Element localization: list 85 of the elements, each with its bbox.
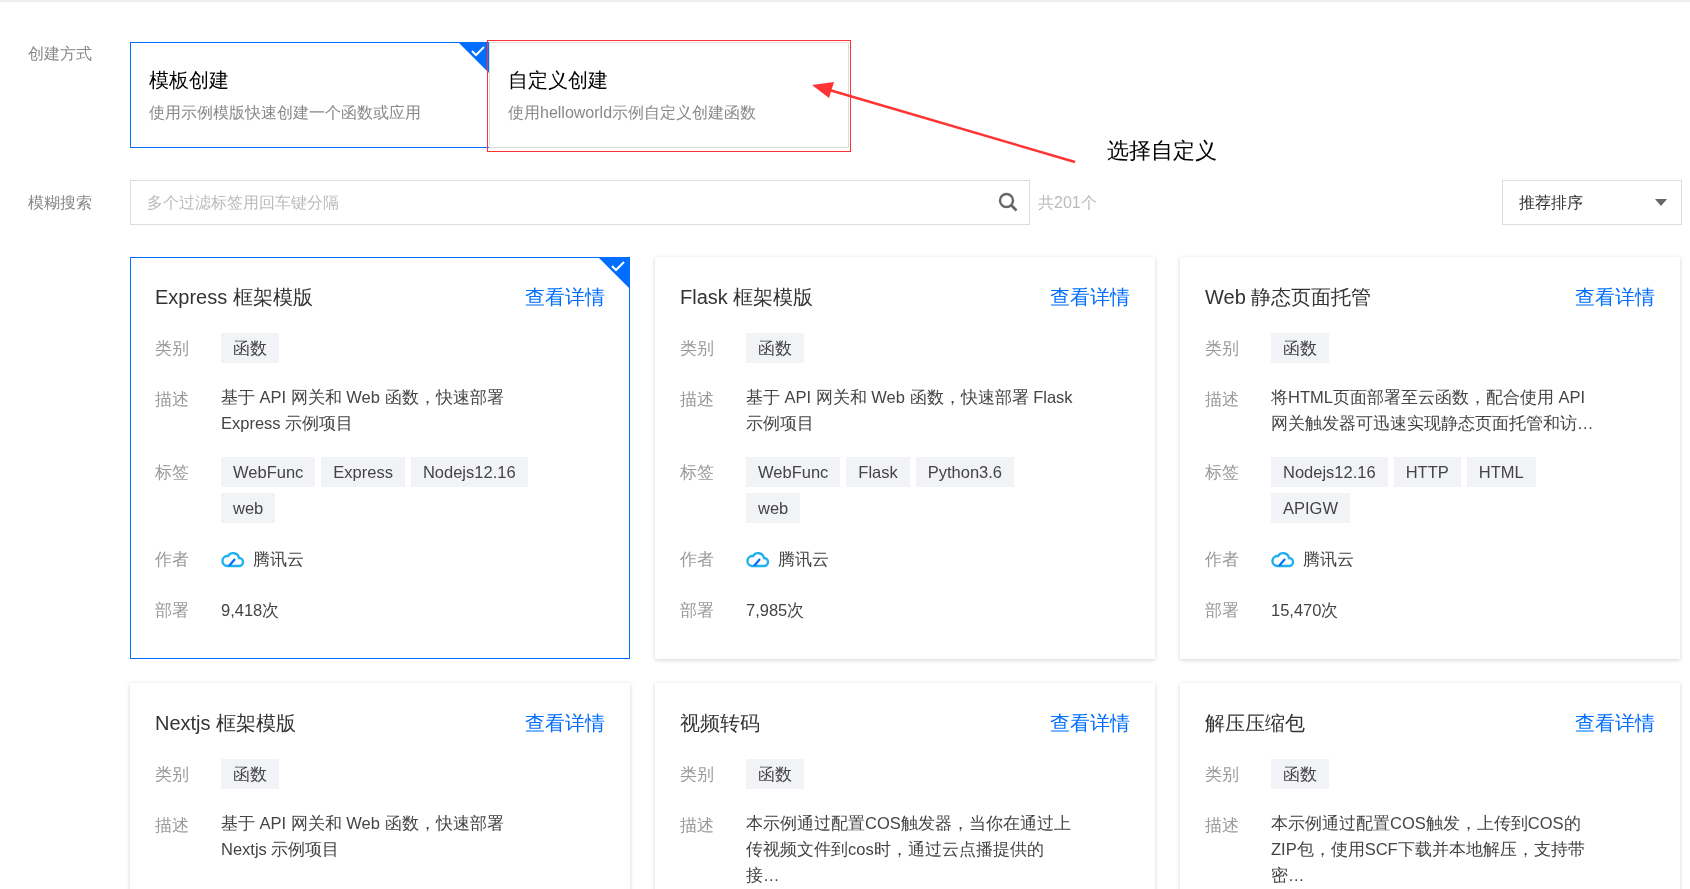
tag[interactable]: APIGW [1271, 493, 1350, 523]
annotation-text: 选择自定义 [1107, 137, 1217, 165]
field-label: 标签 [1205, 462, 1240, 483]
deploy-count: 15,470次 [1271, 600, 1339, 621]
card-title: 解压压缩包 [1205, 711, 1305, 736]
description-text: 本示例通过配置COS触发器，当你在通过上传视频文件到cos时，通过云点播提供的接… [746, 813, 1072, 886]
option-description: 使用helloworld示例自定义创建函数 [508, 103, 758, 123]
category-tag: 函数 [1271, 759, 1329, 789]
author-name: 腾讯云 [1303, 549, 1354, 570]
template-card[interactable]: 解压压缩包 查看详情 类别 函数 描述 本示例通过配置COS触发，上传到COS的ZIP包，使用SCF下载并本地解压，支持带密… [1180, 683, 1680, 889]
details-link[interactable]: 查看详情 [1050, 708, 1130, 738]
field-label: 模糊搜索 [27, 192, 93, 213]
template-card[interactable]: 视频转码 查看详情 类别 函数 描述 本示例通过配置COS触发器，当你在通过上传视频文件到cos时，通过云点播提供的接… [655, 683, 1155, 889]
field-label: 类别 [155, 764, 190, 785]
field-label: 部署 [155, 600, 190, 621]
description-text: 基于 API 网关和 Web 函数，快速部署 Express 示例项目 [221, 387, 505, 434]
field-label: 类别 [680, 764, 715, 785]
details-link[interactable]: 查看详情 [1050, 282, 1130, 312]
field-label: 标签 [680, 462, 715, 483]
search-field[interactable]: 多个过滤标签用回车键分隔 [130, 180, 1030, 225]
field-label: 类别 [680, 338, 715, 359]
category-tag: 函数 [746, 333, 804, 363]
search-icon[interactable] [998, 192, 1018, 212]
sort-dropdown[interactable]: 推荐排序 [1502, 180, 1682, 225]
tag[interactable]: Flask [846, 457, 910, 487]
description-text: 将HTML页面部署至云函数，配合使用 API 网关触发器可迅速实现静态页面托管和访… [1271, 387, 1595, 434]
tag[interactable]: Python3.6 [915, 457, 1015, 487]
option-title: 模板创建 [149, 68, 230, 93]
deploy-count: 7,985次 [746, 600, 805, 621]
tag[interactable]: web [746, 493, 801, 523]
card-title: Express 框架模版 [155, 285, 313, 310]
details-link[interactable]: 查看详情 [1575, 282, 1655, 312]
description-text: 本示例通过配置COS触发，上传到COS的ZIP包，使用SCF下载并本地解压，支持带密… [1271, 813, 1586, 886]
tag[interactable]: WebFunc [221, 457, 316, 487]
result-count: 共201个 [1038, 192, 1097, 213]
details-link[interactable]: 查看详情 [1575, 708, 1655, 738]
deploy-count: 9,418次 [221, 600, 280, 621]
field-label: 描述 [680, 389, 715, 410]
option-title: 自定义创建 [508, 68, 609, 93]
option-description: 使用示例模版快速创建一个函数或应用 [149, 103, 422, 123]
category-tag: 函数 [746, 759, 804, 789]
card-title: Flask 框架模版 [680, 285, 814, 310]
template-card[interactable]: Express 框架模版 查看详情 类别 函数 描述 基于 API 网关和 Web 函数，快速部署 Express 示例项目 标签 WebFunc Express Nodejs12.16 web 作者 腾讯云 部署 9,418次 [130, 257, 630, 659]
tag[interactable]: Nodejs12.16 [410, 457, 528, 487]
cloud-icon [221, 550, 245, 568]
details-link[interactable]: 查看详情 [525, 708, 605, 738]
field-label: 描述 [155, 389, 190, 410]
card-title: Nextjs 框架模版 [155, 711, 297, 736]
tag[interactable]: HTTP [1393, 457, 1461, 487]
field-label: 标签 [155, 462, 190, 483]
description-text: 基于 API 网关和 Web 函数，快速部署 Nextjs 示例项目 [221, 813, 505, 860]
field-label: 创建方式 [27, 44, 93, 64]
field-label: 部署 [1205, 600, 1240, 621]
create-option[interactable]: 模板创建 使用示例模版快速创建一个函数或应用 [130, 42, 490, 148]
field-label: 描述 [680, 815, 715, 836]
field-label: 作者 [1205, 549, 1240, 570]
caret-icon [1655, 199, 1667, 206]
category-tag: 函数 [221, 759, 279, 789]
field-label: 作者 [680, 549, 715, 570]
details-link[interactable]: 查看详情 [525, 282, 605, 312]
field-label: 部署 [680, 600, 715, 621]
tag[interactable]: Express [321, 457, 405, 487]
field-label: 作者 [155, 549, 190, 570]
tag[interactable]: Nodejs12.16 [1271, 457, 1388, 487]
author-name: 腾讯云 [253, 549, 304, 570]
field-label: 描述 [1205, 389, 1240, 410]
tag[interactable]: web [221, 493, 276, 523]
field-label: 类别 [1205, 764, 1240, 785]
tag[interactable]: WebFunc [746, 457, 841, 487]
description-text: 基于 API 网关和 Web 函数，快速部署 Flask 示例项目 [746, 387, 1074, 434]
field-label: 类别 [155, 338, 190, 359]
template-card[interactable]: Nextjs 框架模版 查看详情 类别 函数 描述 基于 API 网关和 Web 函数，快速部署 Nextjs 示例项目 [130, 683, 630, 889]
template-card[interactable]: Flask 框架模版 查看详情 类别 函数 描述 基于 API 网关和 Web 函数，快速部署 Flask 示例项目 标签 WebFunc Flask Python3.6 web 作者 腾讯云 部署 7,985次 [655, 257, 1155, 659]
category-tag: 函数 [221, 333, 279, 363]
author-name: 腾讯云 [778, 549, 829, 570]
category-tag: 函数 [1271, 333, 1329, 363]
field-label: 描述 [155, 815, 190, 836]
field-label: 类别 [1205, 338, 1240, 359]
cloud-icon [746, 550, 770, 568]
tag[interactable]: HTML [1466, 457, 1536, 487]
field-label: 描述 [1205, 815, 1240, 836]
cloud-icon [1271, 550, 1295, 568]
template-card[interactable]: Web 静态页面托管 查看详情 类别 函数 描述 将HTML页面部署至云函数，配合使用 API 网关触发器可迅速实现静态页面托管和访… 标签 Nodejs12.16 HTTP HTML APIGW 作者 腾讯云 部署 15,470次 [1180, 257, 1680, 659]
card-title: 视频转码 [680, 711, 760, 736]
card-title: Web 静态页面托管 [1205, 285, 1372, 310]
